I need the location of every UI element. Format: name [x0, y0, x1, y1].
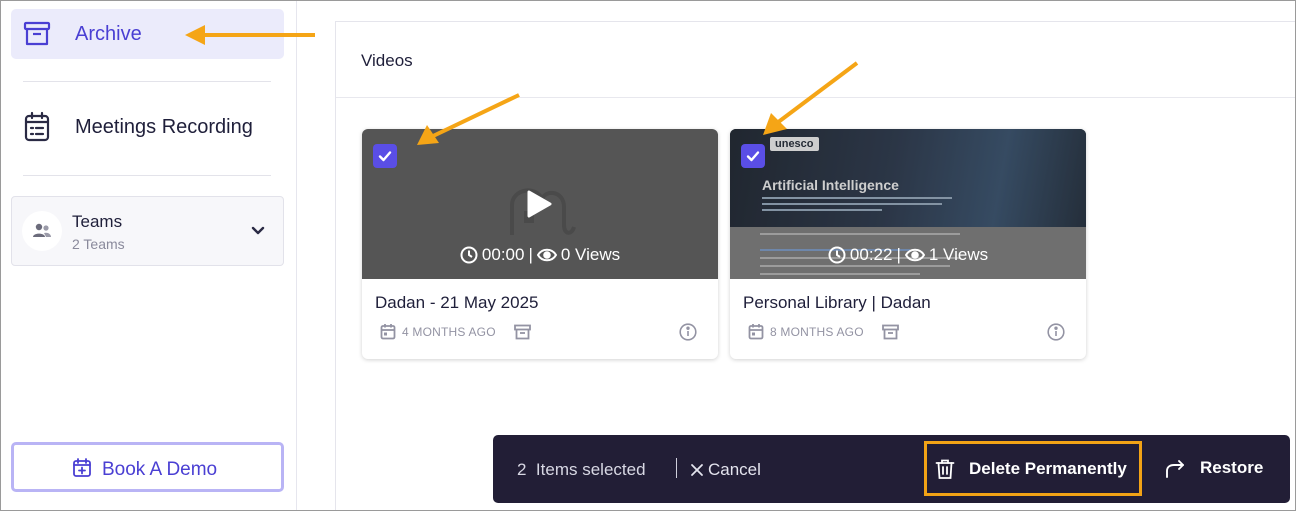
select-checkbox[interactable] — [373, 144, 397, 168]
sidebar-item-label: Archive — [75, 23, 142, 45]
teams-avatar — [22, 211, 62, 251]
stats-separator: | — [896, 245, 901, 264]
restore-label: Restore — [1200, 458, 1264, 477]
select-checkbox[interactable] — [741, 144, 765, 168]
archive-box-icon — [23, 21, 51, 46]
archive-box-icon[interactable] — [513, 324, 531, 340]
video-meta: 4 MONTHS AGO — [380, 323, 531, 340]
video-thumbnail[interactable]: unesco Artificial Intelligence 00:22 | 1… — [730, 129, 1086, 279]
close-icon — [691, 464, 703, 476]
eye-icon — [904, 248, 925, 262]
eye-icon — [536, 248, 557, 262]
info-circle-icon[interactable] — [679, 323, 697, 341]
sidebar: Archive Meetings Recording Teams 2 Teams… — [1, 1, 297, 510]
archive-box-icon[interactable] — [881, 324, 899, 340]
calendar-plus-icon — [73, 458, 91, 477]
restore-button[interactable]: Restore — [1164, 457, 1263, 479]
book-demo-label: Book A Demo — [102, 459, 218, 480]
delete-permanently-label: Delete Permanently — [969, 459, 1127, 478]
sidebar-item-label: Meetings Recording — [75, 116, 253, 138]
video-age: 4 MONTHS AGO — [402, 324, 496, 339]
video-title[interactable]: Personal Library | Dadan — [743, 293, 931, 313]
sidebar-divider — [23, 81, 271, 82]
cancel-label: Cancel — [708, 460, 761, 479]
video-views: 1 Views — [928, 245, 989, 264]
video-meta: 8 MONTHS AGO — [748, 323, 899, 340]
book-demo-button[interactable]: Book A Demo — [11, 442, 284, 492]
video-card[interactable]: 00:00 | 0 Views Dadan - 21 May 2025 4 MO… — [362, 129, 718, 359]
sidebar-divider — [23, 175, 271, 176]
teams-count: 2 Teams — [72, 236, 125, 252]
calendar-icon — [748, 324, 764, 340]
play-icon[interactable] — [523, 189, 553, 219]
video-title[interactable]: Dadan - 21 May 2025 — [375, 293, 539, 313]
video-views: 0 Views — [560, 245, 621, 264]
video-age: 8 MONTHS AGO — [770, 324, 864, 339]
check-icon — [378, 151, 392, 162]
video-card[interactable]: unesco Artificial Intelligence 00:22 | 1… — [730, 129, 1086, 359]
selected-text: Items selected — [535, 460, 646, 479]
trash-icon — [935, 459, 955, 479]
delete-permanently-button[interactable]: Delete Permanently — [924, 441, 1142, 496]
cancel-button[interactable]: Cancel — [690, 460, 761, 480]
section-divider — [336, 97, 1295, 98]
teams-dropdown[interactable]: Teams 2 Teams — [11, 196, 284, 266]
app-window: Archive Meetings Recording Teams 2 Teams… — [0, 0, 1296, 511]
sidebar-item-meetings-recording[interactable]: Meetings Recording — [11, 101, 284, 153]
clock-icon — [828, 246, 846, 264]
info-circle-icon[interactable] — [1047, 323, 1065, 341]
redo-arrow-icon — [1166, 460, 1184, 478]
action-separator — [676, 458, 677, 478]
check-icon — [746, 151, 760, 162]
users-icon — [33, 223, 51, 237]
video-stats: 00:22 | 1 Views — [730, 245, 1086, 265]
calendar-list-icon — [24, 111, 50, 142]
video-stats: 00:00 | 0 Views — [362, 245, 718, 265]
bulk-action-bar: 2 Items selected Cancel Delete Permanent… — [493, 435, 1290, 503]
selection-count: 2 Items selected — [517, 460, 646, 480]
video-duration: 00:22 — [849, 245, 893, 264]
teams-title: Teams — [72, 212, 123, 231]
section-title: Videos — [361, 51, 413, 70]
video-thumbnail[interactable]: 00:00 | 0 Views — [362, 129, 718, 279]
calendar-icon — [380, 324, 396, 340]
selected-number: 2 — [517, 460, 527, 479]
sidebar-item-archive[interactable]: Archive — [11, 9, 284, 59]
stats-separator: | — [528, 245, 533, 264]
video-duration: 00:00 — [481, 245, 525, 264]
chevron-down-icon[interactable] — [248, 221, 268, 241]
clock-icon — [460, 246, 478, 264]
